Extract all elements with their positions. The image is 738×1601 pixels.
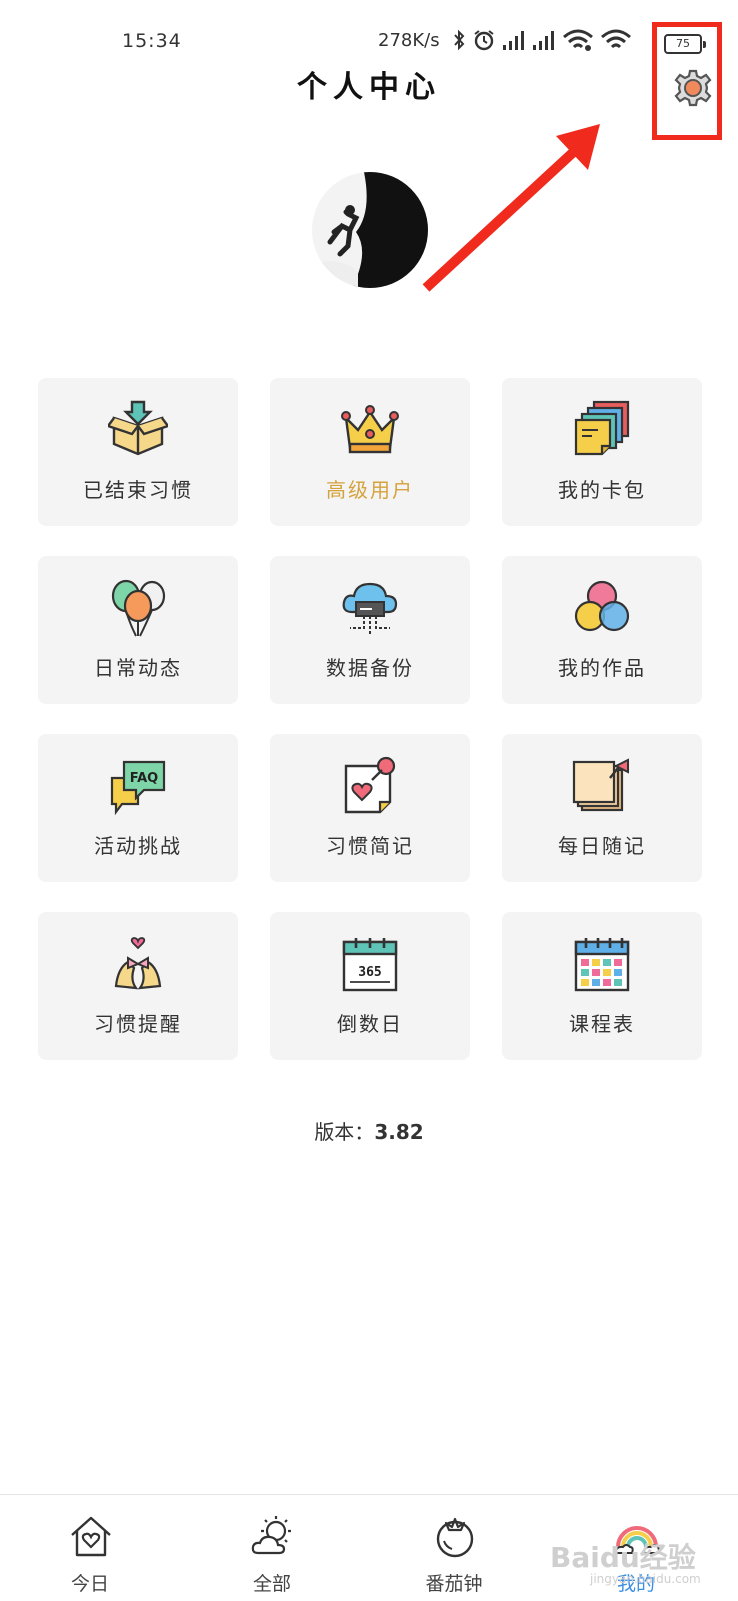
calendar-365-icon: 365: [342, 938, 398, 992]
tile-ended-habits[interactable]: 已结束习惯: [38, 378, 238, 526]
tile-premium-user[interactable]: 高级用户: [270, 378, 470, 526]
red-arrow-annotation: [422, 124, 600, 292]
sticky-notes-icon: [572, 758, 629, 812]
page-title: 个人中心: [297, 70, 441, 105]
tile-label: 每日随记: [558, 834, 646, 858]
tile-label: 数据备份: [326, 656, 414, 680]
status-icons: [452, 26, 632, 54]
color-circles-icon: [574, 580, 630, 632]
balloons-icon: [111, 579, 166, 637]
svg-text:FAQ: FAQ: [130, 771, 159, 786]
tile-label: 习惯提醒: [94, 1012, 182, 1036]
tile-countdown[interactable]: 365 倒数日: [270, 912, 470, 1060]
tomato-icon: [436, 1517, 474, 1558]
watermark: Baidu经验: [550, 1541, 696, 1574]
crown-icon: [341, 405, 399, 454]
cards-icon: [574, 400, 630, 456]
tile-my-works[interactable]: 我的作品: [502, 556, 702, 704]
heart-note-icon: [344, 756, 396, 814]
home-heart-icon: [71, 1516, 111, 1557]
tile-label: 高级用户: [326, 478, 414, 502]
tile-label: 我的作品: [558, 656, 646, 680]
tile-habit-reminder[interactable]: 习惯提醒: [38, 912, 238, 1060]
tile-timetable[interactable]: 课程表: [502, 912, 702, 1060]
tab-all[interactable]: 全部: [212, 1495, 332, 1601]
wifi-icon: [563, 29, 593, 51]
version-label: 版本：: [314, 1120, 375, 1144]
cloud-backup-icon: [342, 582, 398, 634]
alarm-icon: [474, 30, 494, 51]
signal-icon: [503, 31, 524, 50]
bluetooth-icon: [454, 29, 465, 51]
status-bar: 15:34 278K/s 75: [0, 0, 738, 56]
tile-label: 日常动态: [94, 656, 182, 680]
tab-today[interactable]: 今日: [30, 1495, 150, 1601]
box-download-icon: [108, 400, 168, 456]
tab-pomodoro[interactable]: 番茄钟: [394, 1495, 514, 1601]
avatar[interactable]: [312, 172, 428, 288]
tile-label: 我的卡包: [558, 478, 646, 502]
tile-label: 活动挑战: [94, 834, 182, 858]
watermark-url: jingyan.baidu.com: [590, 1572, 701, 1586]
tile-label: 倒数日: [337, 1012, 403, 1036]
tile-my-cards[interactable]: 我的卡包: [502, 378, 702, 526]
tile-habit-notes[interactable]: 习惯简记: [270, 734, 470, 882]
tile-daily-feed[interactable]: 日常动态: [38, 556, 238, 704]
feature-grid: 已结束习惯 高级用户 我的卡包 日常动态 数据备份 我的作品 FAQ 活动挑战 …: [38, 378, 702, 1060]
settings-highlight-box: [652, 22, 722, 140]
tile-label: 已结束习惯: [83, 478, 193, 502]
status-time: 15:34: [122, 30, 182, 52]
wifi-icon-2: [601, 29, 631, 49]
sun-cloud-icon: [251, 1516, 291, 1555]
network-speed: 278K/s: [378, 30, 440, 51]
bells-icon: [114, 937, 162, 990]
svg-text:365: 365: [358, 965, 381, 980]
tile-label: 课程表: [569, 1012, 635, 1036]
tab-label: 今日: [70, 1573, 109, 1595]
app-version: 版本：3.82: [0, 1116, 738, 1145]
tile-data-backup[interactable]: 数据备份: [270, 556, 470, 704]
tile-daily-journal[interactable]: 每日随记: [502, 734, 702, 882]
signal-icon-2: [533, 31, 554, 50]
tab-label: 全部: [252, 1573, 291, 1595]
tile-challenges[interactable]: FAQ 活动挑战: [38, 734, 238, 882]
tab-label: 番茄钟: [425, 1573, 483, 1595]
tile-label: 习惯简记: [326, 834, 414, 858]
version-value: 3.82: [374, 1120, 424, 1144]
timetable-icon: [574, 938, 630, 992]
faq-bubble-icon: FAQ: [110, 760, 166, 816]
